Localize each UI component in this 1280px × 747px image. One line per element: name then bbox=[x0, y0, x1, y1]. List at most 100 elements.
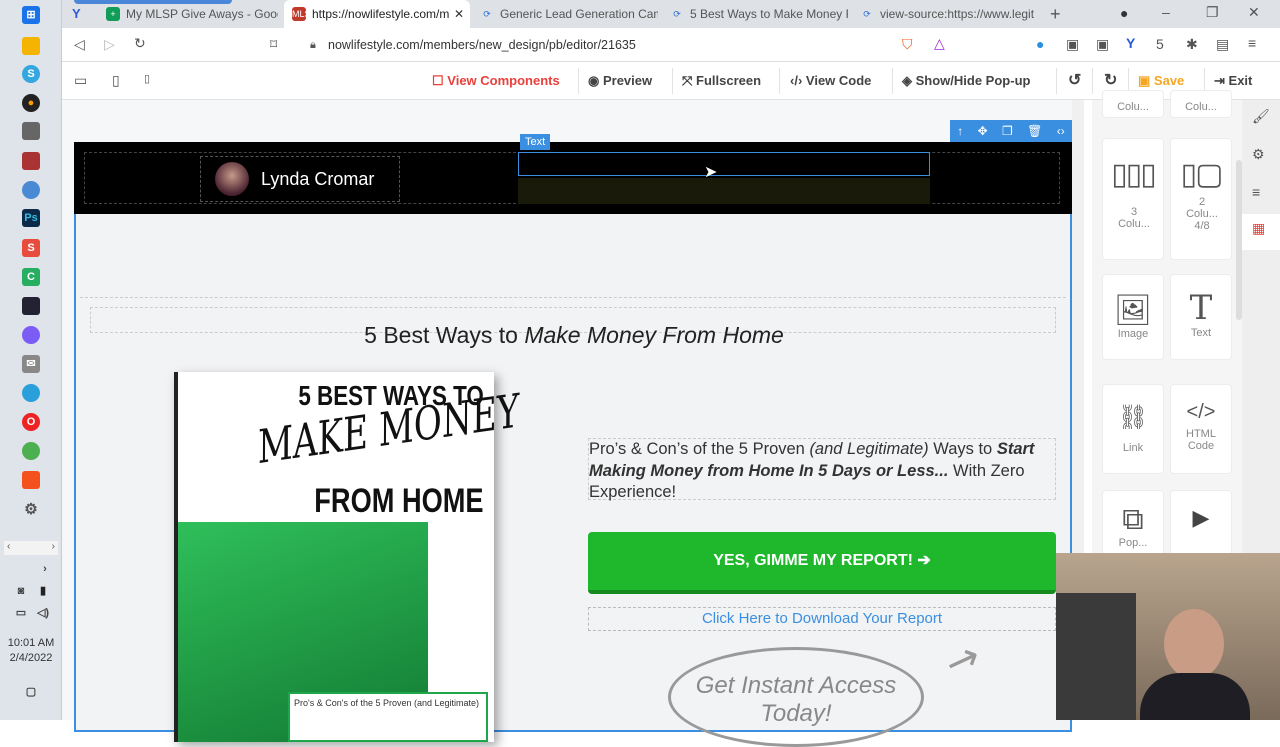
back-icon[interactable]: ◁ bbox=[74, 36, 85, 53]
header-banner[interactable]: Lynda Cromar ➤ bbox=[74, 142, 1072, 214]
close-tab-icon[interactable]: ✕ bbox=[454, 0, 464, 28]
webcam-overlay bbox=[1056, 553, 1280, 720]
app-icon[interactable] bbox=[22, 297, 40, 315]
windows-start-icon[interactable]: ⊞ bbox=[22, 6, 40, 24]
code-icon[interactable]: ‹› bbox=[1057, 124, 1065, 138]
cta-button[interactable]: YES, GIMME MY REPORT! ➔ bbox=[588, 532, 1056, 594]
forward-icon[interactable]: ▷ bbox=[104, 36, 115, 53]
extension-icon[interactable]: ● bbox=[1036, 36, 1044, 52]
opera-icon[interactable]: O bbox=[22, 413, 40, 431]
camera-icon[interactable]: ◙ bbox=[12, 582, 30, 600]
paintbrush-icon[interactable]: 🖌︎ bbox=[1252, 108, 1270, 125]
drag-move-icon[interactable]: ✥ bbox=[978, 124, 988, 138]
arrow-graphic: ↗ bbox=[939, 633, 987, 687]
preview-button[interactable]: ◉ Preview bbox=[588, 62, 652, 100]
extensions-puzzle-icon[interactable]: ✱ bbox=[1186, 36, 1198, 53]
profile-icon[interactable]: ● bbox=[1120, 5, 1128, 21]
menu-icon[interactable]: ≡ bbox=[1248, 35, 1256, 51]
brave-rewards-icon[interactable]: △ bbox=[934, 35, 945, 52]
fullscreen-button[interactable]: ⤧ Fullscreen bbox=[682, 62, 761, 100]
text: Pro’s & Con’s of the 5 Proven bbox=[589, 440, 810, 458]
reload-icon[interactable]: ↻ bbox=[134, 35, 146, 52]
app-icon[interactable]: ● bbox=[22, 94, 40, 112]
component-2-columns-4-8[interactable]: ▯▢ 2 Colu... 4/8 bbox=[1170, 138, 1232, 260]
duplicate-icon[interactable]: ❐ bbox=[1002, 124, 1013, 138]
component-html-code[interactable]: </> HTML Code bbox=[1170, 384, 1232, 474]
instant-access-graphic: Get Instant Access Today! bbox=[668, 647, 924, 747]
tab-lead-generation[interactable]: ⟳ Generic Lead Generation Cam bbox=[472, 0, 658, 28]
show-hide-popup-button[interactable]: ◈ Show/Hide Pop-up bbox=[902, 62, 1030, 100]
component-link[interactable]: ⛓ Link bbox=[1102, 384, 1164, 474]
microphone-icon[interactable]: ▮ bbox=[34, 582, 52, 600]
brave-shield-icon[interactable]: ⛉ bbox=[902, 36, 913, 53]
expand-icon: ⤧ bbox=[682, 73, 693, 88]
new-tab-icon[interactable]: + bbox=[1050, 4, 1061, 25]
view-components-button[interactable]: ☐ View Components bbox=[432, 62, 560, 100]
description-text[interactable]: Pro’s & Con’s of the 5 Proven (and Legit… bbox=[588, 438, 1056, 501]
delete-icon[interactable]: 🗑︎ bbox=[1027, 124, 1042, 138]
component-popup[interactable]: ⧉ Pop... bbox=[1102, 490, 1164, 560]
component-text[interactable]: T Text bbox=[1170, 274, 1232, 360]
undo-button[interactable]: ↺ bbox=[1068, 62, 1081, 100]
chevron-right-icon[interactable]: › bbox=[36, 560, 54, 578]
tab-nowlifestyle[interactable]: MLS https://nowlifestyle.com/m ✕ bbox=[284, 0, 470, 28]
file-explorer-icon[interactable] bbox=[22, 37, 40, 55]
network-icon[interactable]: ▭ bbox=[12, 604, 30, 622]
page-headline[interactable]: 5 Best Ways to Make Money From Home bbox=[76, 322, 1072, 349]
close-window-icon[interactable]: ✕ bbox=[1248, 4, 1260, 21]
settings-icon[interactable]: ⚙ bbox=[22, 501, 40, 519]
volume-icon[interactable]: ◁) bbox=[34, 604, 52, 622]
tab-label: view-source:https://www.legit bbox=[880, 7, 1035, 21]
author-badge[interactable]: Lynda Cromar bbox=[200, 156, 400, 202]
notifications-icon[interactable]: ▢ bbox=[22, 683, 40, 701]
component-image[interactable]: 🖼︎ Image bbox=[1102, 274, 1164, 360]
component-columns[interactable]: Colu... bbox=[1170, 90, 1232, 118]
clock-date[interactable]: 2/4/2022 bbox=[0, 651, 62, 666]
extension-icon[interactable]: 5 bbox=[1156, 36, 1164, 52]
book-cover-image[interactable]: 5 BEST WAYS TO MAKE MONEY FROM HOME Pro'… bbox=[174, 372, 523, 742]
extension-icon[interactable]: Y bbox=[1126, 35, 1135, 51]
tab-mlsp-giveaways[interactable]: + My MLSP Give Aways - Google bbox=[98, 0, 278, 28]
address-bar-row: ◁ ▷ ↻ ⌑ 🔒︎ nowlifestyle.com/members/new_… bbox=[62, 28, 1280, 62]
url-input[interactable]: 🔒︎ nowlifestyle.com/members/new_design/p… bbox=[298, 32, 892, 58]
tablet-view-icon[interactable]: ▯ bbox=[112, 72, 120, 89]
extension-icon[interactable]: ▣ bbox=[1066, 36, 1079, 53]
editor-toolbar: ▭ ▯ ▯ ☐ View Components ◉ Preview ⤧ Full… bbox=[62, 62, 1280, 100]
mobile-view-icon[interactable]: ▯ bbox=[144, 72, 150, 85]
tab-5-best-ways[interactable]: ⟳ 5 Best Ways to Make Money F bbox=[662, 0, 848, 28]
restore-icon[interactable]: ❐ bbox=[1206, 4, 1219, 21]
extension-icon[interactable]: ▣ bbox=[1096, 36, 1109, 53]
brave-icon[interactable] bbox=[22, 471, 40, 489]
calculator-icon[interactable] bbox=[22, 122, 40, 140]
view-code-button[interactable]: ‹/› View Code bbox=[790, 62, 871, 100]
messenger-icon[interactable] bbox=[22, 326, 40, 344]
desktop-view-icon[interactable]: ▭ bbox=[74, 72, 87, 89]
clock-time[interactable]: 10:01 AM bbox=[0, 636, 62, 651]
app-icon[interactable] bbox=[22, 152, 40, 170]
app-icon[interactable] bbox=[22, 181, 40, 199]
minimize-icon[interactable]: – bbox=[1162, 4, 1170, 20]
vivaldi-tab-icon[interactable]: Y bbox=[72, 6, 81, 21]
app-icon[interactable]: C bbox=[22, 268, 40, 286]
component-3-columns[interactable]: ▯▯▯ 3 Colu... bbox=[1102, 138, 1164, 260]
components-grid-icon[interactable]: ▦ bbox=[1252, 220, 1265, 237]
mail-icon[interactable]: ✉ bbox=[22, 355, 40, 373]
selected-text-element[interactable] bbox=[518, 152, 930, 176]
photoshop-icon[interactable]: Ps bbox=[22, 209, 40, 227]
text-element[interactable] bbox=[518, 178, 930, 204]
chrome-icon[interactable] bbox=[22, 442, 40, 460]
wallet-icon[interactable]: ▤ bbox=[1216, 36, 1229, 53]
component-video[interactable]: ▶ bbox=[1170, 490, 1232, 560]
gear-icon[interactable]: ⚙ bbox=[1252, 146, 1265, 163]
move-up-icon[interactable]: ↑ bbox=[957, 124, 963, 138]
layers-icon[interactable]: ≡ bbox=[1252, 184, 1260, 200]
telegram-icon[interactable] bbox=[22, 384, 40, 402]
skype-icon[interactable]: S bbox=[22, 65, 40, 83]
bookmark-icon[interactable]: ⌑ bbox=[270, 36, 277, 53]
taskbar-scrollbar[interactable]: ‹ › bbox=[4, 541, 58, 555]
app-icon[interactable]: S bbox=[22, 239, 40, 257]
component-columns[interactable]: Colu... bbox=[1102, 90, 1164, 118]
download-report-link[interactable]: Click Here to Download Your Report bbox=[588, 607, 1056, 631]
lock-icon: 🔒︎ bbox=[310, 39, 316, 51]
tab-view-source[interactable]: ⟳ view-source:https://www.legit bbox=[852, 0, 1038, 28]
